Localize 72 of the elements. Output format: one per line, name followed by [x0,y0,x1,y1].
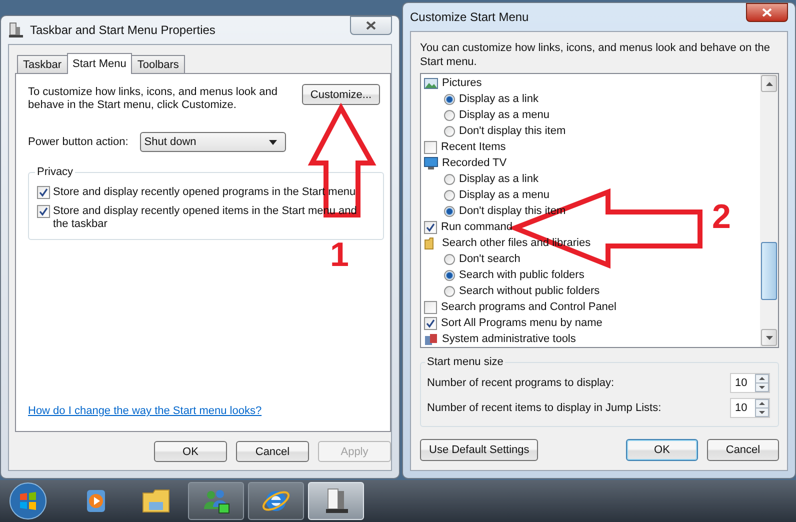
dialog-button[interactable]: Cancel [707,439,779,461]
number-field[interactable]: 10 [730,373,770,393]
customize-button[interactable]: Customize... [302,84,380,105]
dialog-button[interactable]: OK [626,439,698,461]
tab[interactable]: Toolbars [131,55,185,73]
step-number: 2 [712,200,731,234]
use-default-settings-button[interactable]: Use Default Settings [420,439,538,461]
spin-arrows-icon [755,399,769,417]
dialog-button[interactable]: Cancel [236,441,309,462]
close-button[interactable] [746,3,788,22]
tab[interactable]: Taskbar [17,55,68,73]
radio-label: Display as a link [459,93,538,105]
picture-icon [424,76,438,90]
list-heading: Pictures [442,77,482,89]
scroll-down-icon[interactable] [766,336,772,340]
radio-label: Display as a menu [459,109,550,121]
checkbox-label: Sort All Programs menu by name [441,317,602,329]
scroll-up-icon[interactable] [766,82,772,86]
description-text: You can customize how links, icons, and menus look and behave on the Start menu. [420,41,771,69]
radio-label: Don't search [459,253,520,265]
radio-button[interactable] [444,206,455,216]
checkbox-label: Recent Items [441,141,506,153]
radio-button[interactable] [444,174,455,184]
people-icon [201,487,231,515]
radio-label: Search with public folders [459,269,584,281]
checkbox-label: Search programs and Control Panel [441,301,616,313]
window-title: Taskbar and Start Menu Properties [30,23,216,37]
dialog-button[interactable]: OK [154,441,227,462]
spin-arrows-icon [755,374,769,392]
radio-button[interactable] [444,254,455,264]
close-icon [762,8,772,17]
window-title: Customize Start Menu [410,10,529,24]
radio-label: Display as a menu [459,189,550,201]
scroll-thumb[interactable] [761,242,777,300]
help-link[interactable]: How do I change the way the Start menu looks? [28,405,262,417]
radio-button[interactable] [444,286,455,296]
scrollbar[interactable] [760,74,778,347]
group-title: Privacy [36,166,74,178]
radio-button[interactable] [444,110,455,120]
checkbox[interactable] [37,186,50,199]
checkbox[interactable] [424,316,437,330]
taskbar-button[interactable] [248,482,304,520]
checkbox[interactable] [37,205,50,218]
checkbox[interactable] [424,300,437,314]
checkbox[interactable] [424,220,437,234]
list-heading: Recorded TV [442,157,507,169]
power-action-dropdown[interactable]: Shut down [140,132,286,152]
dropdown-caret-icon [269,140,278,144]
radio-button[interactable] [444,270,455,280]
close-icon [366,21,376,30]
monitor-icon [424,156,438,170]
radio-label: Search without public folders [459,285,600,297]
checkbox[interactable] [424,140,437,154]
spinner-label: Number of recent items to display in Jump Lists: [427,402,662,414]
tools-icon [424,332,438,346]
checkbox-label: Run command [441,221,513,233]
radio-button[interactable] [444,126,455,136]
spinner-label: Number of recent programs to display: [427,377,614,389]
radio-label: Don't display this item [459,125,566,137]
radio-button[interactable] [444,94,455,104]
group-title: Start menu size [426,356,504,368]
taskbar-app-icon [8,22,24,38]
windows-logo-icon [9,482,47,520]
power-button-label: Power button action: [28,136,128,148]
radio-button[interactable] [444,190,455,200]
folder-icon [141,487,171,515]
description-text: To customize how links, icons, and menus look and behave in the Start menu, click Customize. [28,86,278,112]
tab[interactable]: Start Menu [66,53,132,74]
step-number: 1 [330,238,349,272]
list-heading: System administrative tools [442,333,576,345]
radio-label: Display as a link [459,173,538,185]
number-field[interactable]: 10 [730,398,770,418]
